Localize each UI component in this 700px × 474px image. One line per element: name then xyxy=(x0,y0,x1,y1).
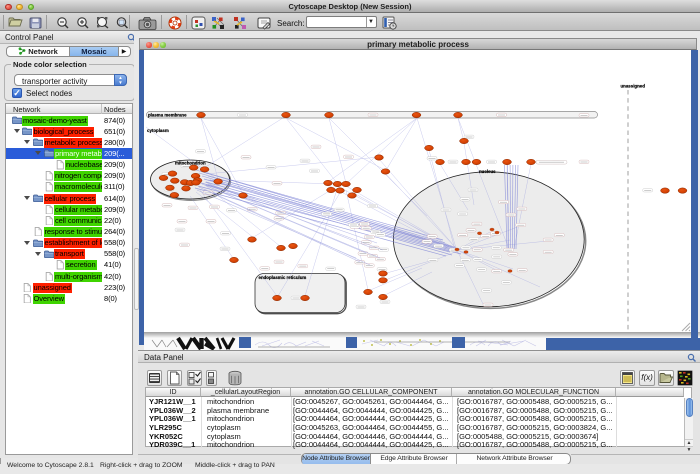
svg-text:plasma membrane: plasma membrane xyxy=(148,113,187,118)
svg-text:mitochondrion: mitochondrion xyxy=(175,161,206,166)
svg-text:endoplasmic reticulum: endoplasmic reticulum xyxy=(259,275,307,280)
svg-text:nucleus: nucleus xyxy=(479,169,496,174)
svg-text:cytoplasm: cytoplasm xyxy=(147,128,169,133)
svg-text:unassigned: unassigned xyxy=(621,84,646,89)
